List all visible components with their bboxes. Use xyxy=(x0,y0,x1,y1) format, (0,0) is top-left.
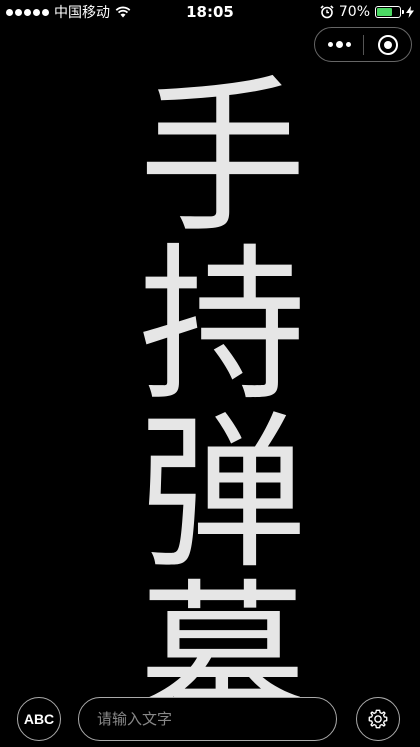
barrage-text: 手持弹幕 xyxy=(120,70,300,700)
battery-icon xyxy=(375,6,404,18)
alarm-icon xyxy=(320,5,334,19)
more-dots-icon[interactable] xyxy=(315,28,363,61)
battery-fill xyxy=(377,8,393,16)
gear-icon xyxy=(368,709,388,729)
capsule-menu xyxy=(314,27,412,62)
battery-percent: 70% xyxy=(338,4,370,20)
status-right: 70% xyxy=(320,4,414,20)
barrage-display: 手持弹幕 xyxy=(120,70,300,700)
text-input[interactable] xyxy=(78,697,337,741)
status-bar: 中国移动 18:05 70% xyxy=(0,0,420,24)
charging-icon xyxy=(406,6,414,18)
abc-button[interactable]: ABC xyxy=(17,697,61,741)
target-close-icon xyxy=(377,34,398,55)
bottom-bar: ABC xyxy=(0,695,420,747)
close-button[interactable] xyxy=(364,28,411,61)
settings-button[interactable] xyxy=(356,697,400,741)
